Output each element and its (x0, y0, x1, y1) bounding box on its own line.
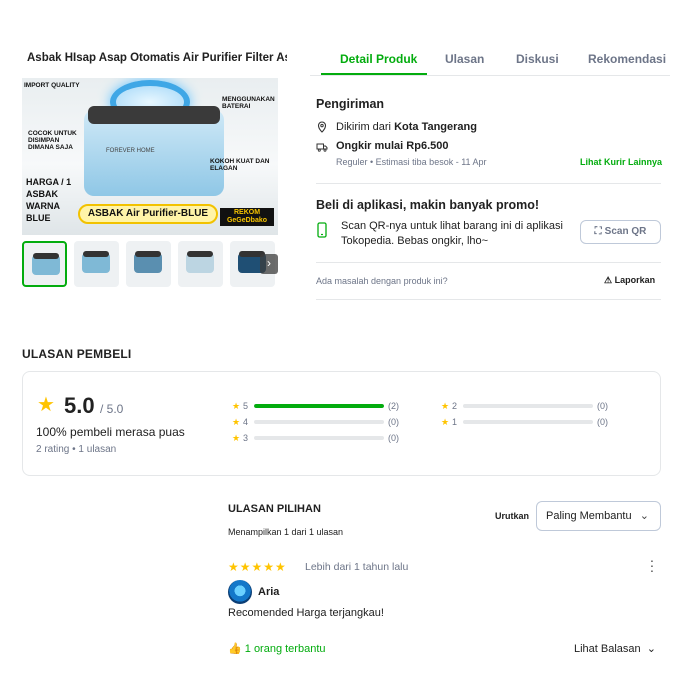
rating-row-count: (0) (388, 433, 399, 443)
rating-bar (254, 436, 384, 440)
reviews-section-title: ULASAN PEMBELI (22, 347, 132, 361)
product-page: Asbak HIsap Asap Otomatis Air Purifier F… (0, 0, 700, 700)
star-icon: ★ (232, 433, 241, 443)
divider (316, 262, 661, 263)
thumbs-up-icon: 👍 (228, 643, 242, 655)
more-options-icon[interactable]: · · · (648, 553, 656, 577)
star-icon: ★ (37, 394, 55, 416)
thumbnail[interactable] (178, 241, 223, 287)
scan-qr-button[interactable]: ⛶ Scan QR (580, 220, 661, 244)
rating-row-star: 1 (452, 417, 458, 427)
tab-detail-produk[interactable]: Detail Produk (340, 52, 417, 66)
ongkir-text: Ongkir mulai Rp6.500 (336, 140, 449, 152)
active-tab-indicator (321, 73, 427, 75)
image-price-badge: HARGA / 1 ASBAK WARNA BLUE (26, 177, 72, 223)
star-icon: ★ (441, 417, 450, 427)
rating-row-star: 5 (243, 401, 249, 411)
report-question: Ada masalah dengan produk ini? (316, 276, 448, 286)
thumbnail[interactable] (126, 241, 171, 287)
tab-ulasan[interactable]: Ulasan (445, 52, 484, 66)
image-label-kokoh: KOKOH KUAT DAN ELAGAN (210, 158, 270, 172)
see-other-couriers-link[interactable]: Lihat Kurir Lainnya (580, 157, 662, 167)
ship-from-city: Kota Tangerang (394, 121, 477, 133)
divider (316, 183, 661, 184)
chevron-down-icon: ⌄ (646, 643, 656, 655)
showing-count: Menampilkan 1 dari 1 ulasan (228, 527, 344, 537)
scan-qr-label: Scan QR (604, 226, 647, 237)
image-label-baterai: MENGGUNAKAN BATERAI (222, 96, 275, 110)
review-text: Recomended Harga terjangkau! (228, 607, 384, 619)
product-title: Asbak HIsap Asap Otomatis Air Purifier F… (27, 52, 287, 64)
qr-scan-icon: ⛶ (594, 226, 602, 237)
thumbnail[interactable] (22, 241, 67, 287)
divider (316, 299, 661, 300)
location-pin-icon (317, 121, 327, 133)
rating-row-count: (0) (597, 401, 608, 411)
thumbnail[interactable] (74, 241, 119, 287)
image-label-cocok: COCOK UNTUK DISIMPAN DIMANA SAJA (28, 130, 77, 151)
image-title-pill: ASBAK Air Purifier-BLUE (78, 204, 218, 224)
sort-select[interactable]: Paling Membantu ⌄ (536, 501, 661, 531)
rating-bar (254, 420, 384, 424)
rating-row-star: 3 (243, 433, 249, 443)
tab-divider (310, 75, 670, 76)
rating-row-count: (0) (388, 417, 399, 427)
report-link[interactable]: ⚠ Laporkan (604, 275, 655, 286)
score-max: / 5.0 (100, 402, 124, 416)
featured-reviews-title: ULASAN PILIHAN (228, 503, 321, 515)
rating-bar (254, 404, 384, 408)
rating-bar (463, 420, 593, 424)
ship-from: Dikirim dari Kota Tangerang (336, 121, 477, 133)
rating-bar (463, 404, 593, 408)
star-icon: ★ (232, 401, 241, 411)
app-promo-text-1: Scan QR-nya untuk lihat barang ini di ap… (341, 220, 563, 232)
star-icon: ★ (232, 417, 241, 427)
tab-diskusi[interactable]: Diskusi (516, 52, 559, 66)
rating-row-count: (0) (597, 417, 608, 427)
rating-count: 2 rating • 1 ulasan (36, 444, 117, 455)
star-icon: ★ (441, 401, 450, 411)
review-stars: ★★★★★ (228, 560, 287, 574)
brand-mark: FOREVER HOME (106, 148, 155, 154)
truck-icon (316, 143, 328, 152)
see-replies-label: Lihat Balasan (574, 643, 641, 655)
warning-icon: ⚠ (604, 275, 613, 285)
purifier-top (88, 106, 220, 124)
sort-value: Paling Membantu (546, 510, 632, 522)
product-main-image[interactable]: FOREVER HOME IMPORT QUALITY MENGGUNAKAN … (22, 78, 278, 235)
image-label-import: IMPORT QUALITY (24, 82, 80, 89)
rating-bar-fill (254, 404, 384, 408)
image-rekom-badge: REKOM GeGeDbako (220, 208, 274, 226)
report-label: Laporkan (614, 275, 656, 285)
app-promo-title: Beli di aplikasi, makin banyak promo! (316, 198, 539, 212)
helpful-count: 1 orang terbantu (244, 643, 326, 655)
shipping-title: Pengiriman (316, 97, 385, 111)
satisfaction-text: 100% pembeli merasa puas (36, 425, 185, 439)
ship-from-prefix: Dikirim dari (336, 121, 395, 133)
rating-row-star: 4 (243, 417, 249, 427)
helpful-button[interactable]: 👍 1 orang terbantu (228, 642, 326, 655)
rating-row-star: 2 (452, 401, 458, 411)
avatar[interactable] (228, 580, 252, 604)
app-promo-text-2: Tokopedia. Bebas ongkir, lho~ (341, 235, 489, 247)
reviewer-name[interactable]: Aria (258, 586, 279, 598)
phone-icon (317, 222, 327, 238)
see-replies-link[interactable]: Lihat Balasan ⌄ (574, 642, 656, 655)
chevron-down-icon: ⌄ (639, 510, 649, 522)
sticky-header: Asbak HIsap Asap Otomatis Air Purifier F… (0, 40, 700, 76)
ship-estimate: Reguler • Estimasi tiba besok - 11 Apr (336, 157, 487, 167)
tab-rekomendasi[interactable]: Rekomendasi (588, 52, 666, 66)
sort-label: Urutkan (495, 511, 530, 521)
rating-row-count: (2) (388, 401, 399, 411)
average-score: 5.0 (64, 393, 95, 418)
review-time: Lebih dari 1 tahun lalu (305, 561, 409, 573)
chevron-right-icon[interactable]: › (260, 254, 278, 274)
